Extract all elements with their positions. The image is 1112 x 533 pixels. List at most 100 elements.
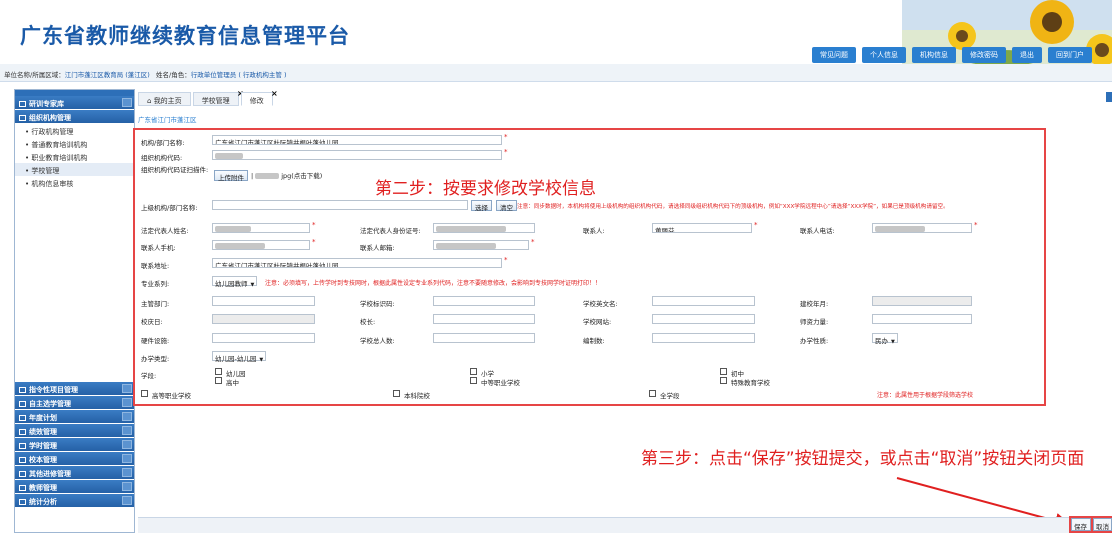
stage-checkbox-secondary-vocational[interactable] (470, 377, 477, 384)
close-icon[interactable]: × (271, 89, 278, 98)
website-input[interactable] (652, 314, 755, 324)
stage-option-label: 高等职业学校 (152, 392, 191, 400)
expand-icon[interactable] (122, 496, 132, 505)
chevron-down-icon: ▼ (891, 339, 895, 345)
series-value: 幼儿园教师 (215, 280, 248, 288)
expand-icon[interactable] (122, 412, 132, 421)
sidebar-group-self-select[interactable]: 自主选学管理 (15, 396, 134, 410)
tab-edit[interactable]: 修改 × (240, 89, 278, 106)
breadcrumb: 广东省江门市蓬江区 (138, 116, 197, 124)
sidebar-group-annual-plan[interactable]: 年度计划 (15, 410, 134, 424)
stage-checkbox-higher-vocational[interactable] (141, 390, 148, 397)
chevron-down-icon: ▼ (259, 357, 264, 363)
staffing-input[interactable] (652, 333, 755, 343)
sidebar-group-other-training[interactable]: 其他进修管理 (15, 466, 134, 480)
teachers-input[interactable] (872, 314, 972, 324)
stage-checkbox-special[interactable] (720, 377, 727, 384)
nav-logout-button[interactable]: 退出 (1012, 47, 1042, 63)
stage-option-label: 全学段 (660, 392, 680, 400)
principal-label: 校长: (360, 318, 376, 326)
name-label: 姓名/角色： (156, 71, 191, 79)
students-input[interactable] (433, 333, 535, 343)
stage-checkbox-undergraduate[interactable] (393, 390, 400, 397)
tab-school-management[interactable]: 学校管理× (192, 89, 244, 106)
sidebar-item-label: 职业教育培训机构 (31, 154, 88, 162)
sidebar-item-admin-org[interactable]: • 行政机构管理 (15, 124, 134, 137)
anniv-input[interactable] (212, 314, 315, 324)
nav-portal-button[interactable]: 回到门户 (1048, 47, 1092, 63)
nature-select[interactable]: 民办 ▼ (872, 333, 898, 345)
series-select[interactable]: 幼儿园教师 ▼ (212, 276, 258, 288)
sidebar-item-school-management[interactable]: • 学校管理 (15, 163, 134, 176)
attachment-link[interactable]: | jpg(点击下载) (251, 170, 322, 180)
folder-icon (19, 485, 26, 491)
folder-icon (19, 429, 26, 435)
stage-checkbox-junior[interactable] (720, 368, 727, 375)
upload-button[interactable]: 上传附件 (214, 170, 248, 182)
stage-checkbox-primary[interactable] (470, 368, 477, 375)
nav-change-password-button[interactable]: 修改密码 (962, 47, 1006, 63)
expand-icon[interactable] (122, 454, 132, 463)
nav-profile-button[interactable]: 个人信息 (862, 47, 906, 63)
students-label: 学校总人数: (360, 337, 395, 345)
expand-icon[interactable] (122, 384, 132, 393)
stage-checkbox-kindergarten[interactable] (215, 368, 222, 375)
sidebar-group-performance[interactable]: 绩效管理 (15, 424, 134, 438)
save-button[interactable]: 保存 (1069, 516, 1093, 533)
type-select[interactable]: 幼儿园-幼儿园 ▼ (212, 351, 267, 363)
expand-icon[interactable] (122, 398, 132, 407)
folder-icon (19, 457, 26, 463)
sidebar-group-directive-projects[interactable]: 指令性项目管理 (15, 382, 134, 396)
choose-button[interactable]: 选择 (471, 200, 492, 212)
sidebar-group-zuzhi[interactable]: 组织机构管理 (15, 110, 134, 124)
nav-faq-button[interactable]: 常见问题 (812, 47, 856, 63)
tab-home[interactable]: ⌂ 我的主页 (138, 92, 191, 106)
required-mark: * (974, 221, 978, 229)
founded-input[interactable] (872, 296, 972, 306)
email-input[interactable] (433, 240, 529, 250)
sidebar-group-label: 组织机构管理 (29, 114, 71, 122)
sidebar-group-teachers[interactable]: 教师管理 (15, 480, 134, 494)
type-label: 办学类型: (141, 355, 170, 363)
redacted-value (436, 243, 496, 249)
hardware-input[interactable] (212, 333, 315, 343)
expand-icon[interactable] (122, 426, 132, 435)
sidebar-group-statistics[interactable]: 统计分析 (15, 494, 134, 508)
stage-checkbox-all[interactable] (649, 390, 656, 397)
sidebar-group-yanxun[interactable]: 研训专家库 (15, 96, 134, 110)
name-input[interactable]: 广东省江门市蓬江区杜阮镇井根叶蓬幼儿园 (212, 135, 502, 145)
clear-button[interactable]: 清空 (496, 200, 517, 212)
expand-icon[interactable] (122, 98, 132, 107)
sidebar-group-credit-hours[interactable]: 学时管理 (15, 438, 134, 452)
sidebar-item-vocational-training[interactable]: • 职业教育培训机构 (15, 150, 134, 163)
mobile-input[interactable] (212, 240, 310, 250)
code-input[interactable] (212, 150, 502, 160)
panel-edge (1106, 92, 1112, 102)
school-id-input[interactable] (433, 296, 535, 306)
cancel-button[interactable]: 取消 (1091, 516, 1112, 533)
principal-input[interactable] (433, 314, 535, 324)
expand-icon[interactable] (122, 468, 132, 477)
school-en-input[interactable] (652, 296, 755, 306)
required-mark: * (312, 238, 316, 246)
step2-annotation: 第二步：按要求修改学校信息 (375, 179, 596, 199)
parent-input[interactable] (212, 200, 468, 210)
address-input[interactable]: 广东省江门市蓬江区杜阮镇井根叶蓬幼儿园 (212, 258, 502, 268)
sidebar-item-org-review[interactable]: • 机构信息审核 (15, 176, 134, 189)
expand-icon[interactable] (122, 482, 132, 491)
legal-name-input[interactable] (212, 223, 310, 233)
required-mark: * (504, 133, 508, 141)
founded-label: 建校年月: (800, 300, 829, 308)
expand-icon[interactable] (122, 440, 132, 449)
dept-input[interactable] (212, 296, 315, 306)
contact-phone-input[interactable] (872, 223, 972, 233)
contact-input[interactable]: 黄丽芬 (652, 223, 752, 233)
sidebar-group-school-based[interactable]: 校本管理 (15, 452, 134, 466)
school-edit-form: 机构/部门名称: 广东省江门市蓬江区杜阮镇井根叶蓬幼儿园 * 组织机构代码: *… (133, 128, 1046, 406)
redacted-value (215, 153, 243, 159)
required-mark: * (504, 148, 508, 156)
nav-org-info-button[interactable]: 机构信息 (912, 47, 956, 63)
stage-checkbox-high[interactable] (215, 377, 222, 384)
sidebar-item-general-training[interactable]: • 普通教育培训机构 (15, 137, 134, 150)
legal-id-input[interactable] (433, 223, 535, 233)
